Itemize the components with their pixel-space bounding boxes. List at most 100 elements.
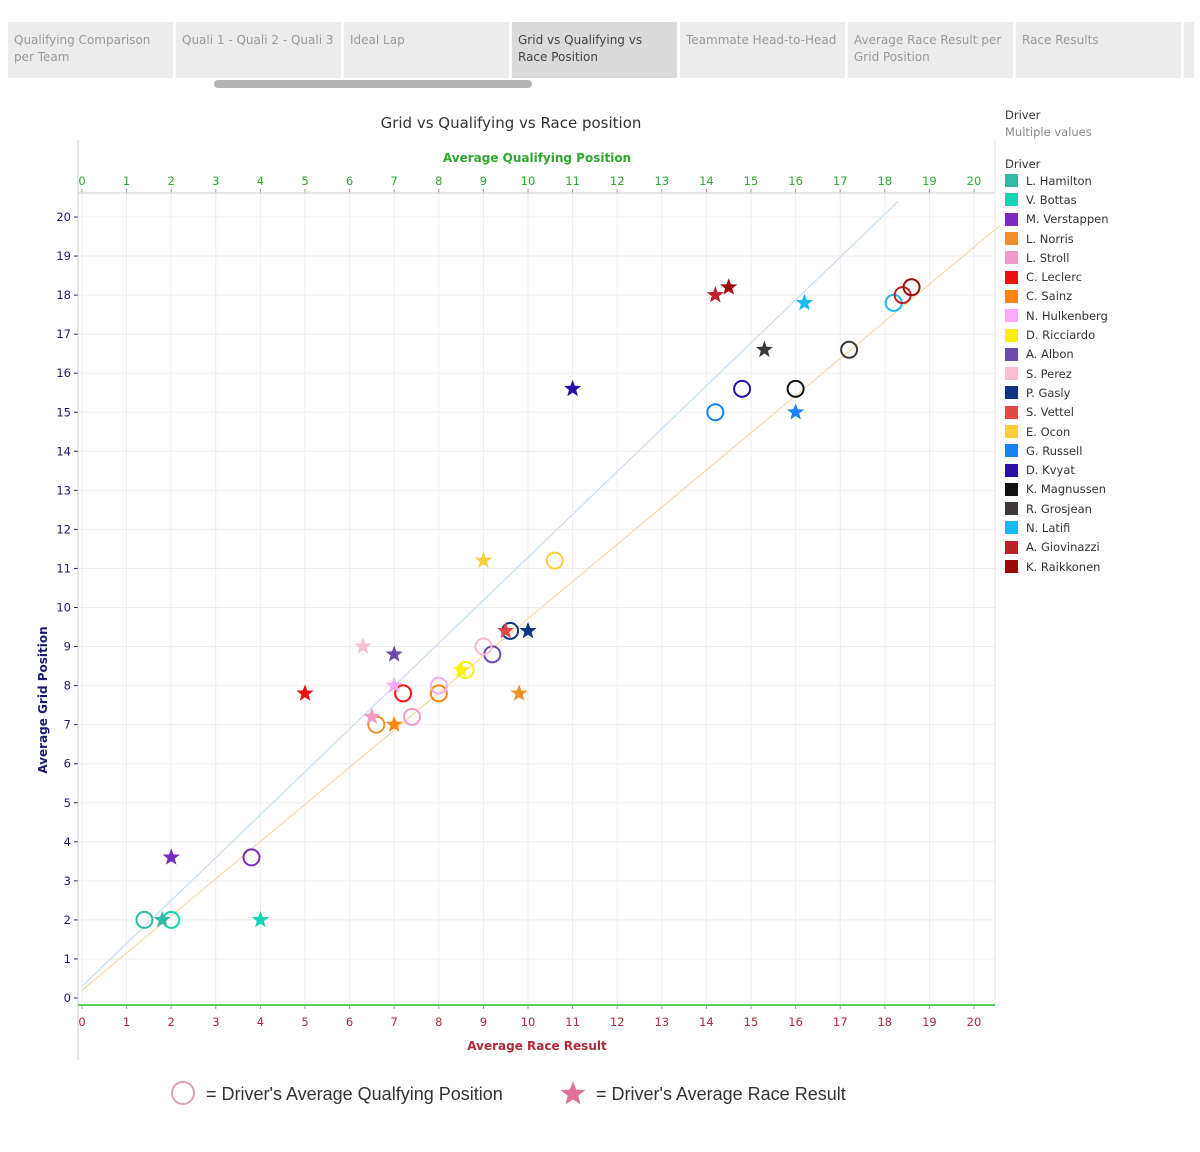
tabs-scrollbar[interactable]	[214, 80, 532, 88]
tab-average-race-result[interactable]: Average Race Result per Grid Position	[848, 22, 1013, 78]
legend-swatch	[1005, 405, 1018, 419]
x-top-tick-label: 20	[967, 174, 982, 188]
x-top-tick-label: 1	[123, 174, 130, 188]
legend-label: E. Ocon	[1026, 424, 1071, 439]
legend-item-l-stroll[interactable]: L. Stroll	[1005, 248, 1109, 267]
tab-ideal-lap[interactable]: Ideal Lap	[344, 22, 509, 78]
race-point-a-giovinazzi	[706, 286, 724, 303]
legend-swatch	[1005, 193, 1018, 207]
legend-item-l-norris[interactable]: L. Norris	[1005, 229, 1109, 248]
x-top-tick-label: 8	[435, 174, 442, 188]
driver-filter-value[interactable]: Multiple values	[1005, 125, 1109, 139]
x-bottom-tick-label: 14	[699, 1015, 714, 1029]
legend-item-c-sainz[interactable]: C. Sainz	[1005, 287, 1109, 306]
legend-swatch	[1005, 463, 1018, 477]
star-shape-legend: = Driver's Average Race Result	[560, 1080, 846, 1108]
color-legend-title: Driver	[1005, 157, 1041, 171]
legend-label: S. Vettel	[1026, 405, 1074, 420]
tab-overflow[interactable]	[1184, 22, 1194, 78]
tab-grid-vs-qualifying-vs-race[interactable]: Grid vs Qualifying vs Race Position	[512, 22, 677, 78]
driver-filter-title: Driver	[1005, 108, 1041, 122]
x-bottom-tick-label: 5	[301, 1015, 308, 1029]
legend-item-m-verstappen[interactable]: M. Verstappen	[1005, 210, 1109, 229]
x-top-tick-label: 2	[168, 174, 175, 188]
legend-label: K. Magnussen	[1026, 482, 1107, 497]
legend-label: C. Leclerc	[1026, 270, 1083, 285]
legend-swatch	[1005, 386, 1018, 400]
qualifying-point-r-grosjean	[840, 340, 859, 359]
x-bottom-tick-label: 15	[744, 1015, 759, 1029]
legend-item-r-grosjean[interactable]: R. Grosjean	[1005, 499, 1109, 518]
x-bottom-tick-label: 13	[654, 1015, 669, 1029]
tab-quali-sessions[interactable]: Quali 1 - Quali 2 - Quali 3	[176, 22, 341, 78]
legend-item-p-gasly[interactable]: P. Gasly	[1005, 383, 1109, 402]
legend-swatch	[1005, 251, 1018, 265]
legend-swatch	[1005, 502, 1018, 516]
y-axis-title: Average Grid Position	[36, 626, 50, 773]
legend-item-a-giovinazzi[interactable]: A. Giovinazzi	[1005, 538, 1109, 557]
race-point-k-raikkonen	[720, 278, 738, 295]
x-top-tick-label: 5	[301, 174, 308, 188]
legend-item-s-vettel[interactable]: S. Vettel	[1005, 403, 1109, 422]
qualifying-trend	[81, 200, 899, 987]
legend-item-s-perez[interactable]: S. Perez	[1005, 364, 1109, 383]
x-top-tick-label: 9	[480, 174, 487, 188]
legend-item-d-ricciardo[interactable]: D. Ricciardo	[1005, 325, 1109, 344]
race-point-s-vettel	[497, 621, 515, 639]
legend-swatch	[1005, 444, 1018, 458]
x-bottom-axis-title: Average Race Result	[467, 1039, 607, 1053]
y-tick-label: 17	[56, 327, 71, 341]
legend-swatch	[1005, 212, 1018, 226]
legend-swatch	[1005, 521, 1018, 535]
legend-item-k-magnussen[interactable]: K. Magnussen	[1005, 480, 1109, 499]
star-icon	[560, 1081, 586, 1105]
tab-race-results[interactable]: Race Results	[1016, 22, 1181, 78]
legend-swatch	[1005, 270, 1018, 284]
scatter-chart: Grid vs Qualifying vs Race position Aver…	[36, 114, 1000, 1060]
chart-title: Grid vs Qualifying vs Race position	[381, 114, 642, 132]
legend-label: L. Stroll	[1026, 250, 1070, 265]
x-bottom-tick-label: 3	[212, 1015, 219, 1029]
y-tick-label: 20	[56, 210, 71, 224]
legend-item-g-russell[interactable]: G. Russell	[1005, 441, 1109, 460]
qualifying-point-l-stroll	[403, 707, 422, 726]
legend-label: L. Norris	[1026, 231, 1074, 246]
x-bottom-tick-label: 19	[922, 1015, 937, 1029]
legend-label: L. Hamilton	[1026, 173, 1092, 188]
legend-item-e-ocon[interactable]: E. Ocon	[1005, 422, 1109, 441]
x-top-tick-label: 0	[78, 174, 85, 188]
y-tick-label: 16	[56, 366, 71, 380]
legend-item-a-albon[interactable]: A. Albon	[1005, 345, 1109, 364]
legend-item-n-hulkenberg[interactable]: N. Hulkenberg	[1005, 306, 1109, 325]
legend-item-c-leclerc[interactable]: C. Leclerc	[1005, 267, 1109, 286]
legend-label: K. Raikkonen	[1026, 559, 1101, 574]
legend-item-l-hamilton[interactable]: L. Hamilton	[1005, 171, 1109, 190]
y-tick-label: 7	[64, 718, 71, 732]
y-tick-label: 3	[64, 874, 71, 888]
legend-label: P. Gasly	[1026, 385, 1071, 400]
legend-swatch	[1005, 425, 1018, 438]
circle-legend-label: = Driver's Average Qualfying Position	[206, 1083, 503, 1104]
race-point-l-stroll	[363, 707, 381, 725]
legend-item-d-kvyat[interactable]: D. Kvyat	[1005, 460, 1109, 479]
legend-label: V. Bottas	[1026, 192, 1077, 207]
x-top-tick-label: 17	[833, 174, 848, 188]
dashboard-tabs: Qualifying Comparison per Team Quali 1 -…	[8, 22, 1194, 78]
y-tick-label: 19	[56, 249, 71, 263]
x-top-tick-label: 15	[744, 174, 759, 188]
legend-label: C. Sainz	[1026, 289, 1073, 304]
y-tick-label: 12	[56, 522, 71, 536]
tab-qualifying-comparison[interactable]: Qualifying Comparison per Team	[8, 22, 173, 78]
x-top-tick-label: 14	[699, 174, 714, 188]
x-top-tick-label: 18	[877, 174, 892, 188]
legend-swatch	[1005, 232, 1018, 246]
tab-teammate-head-to-head[interactable]: Teammate Head-to-Head	[680, 22, 845, 78]
y-tick-label: 5	[64, 796, 71, 810]
legend-item-v-bottas[interactable]: V. Bottas	[1005, 190, 1109, 209]
x-bottom-tick-label: 17	[833, 1015, 848, 1029]
legend-item-n-latifi[interactable]: N. Latifi	[1005, 518, 1109, 537]
legend-swatch	[1005, 347, 1018, 361]
x-bottom-tick-label: 0	[78, 1015, 85, 1029]
legend-item-k-raikkonen[interactable]: K. Raikkonen	[1005, 557, 1109, 576]
trend-lines	[81, 200, 1000, 991]
